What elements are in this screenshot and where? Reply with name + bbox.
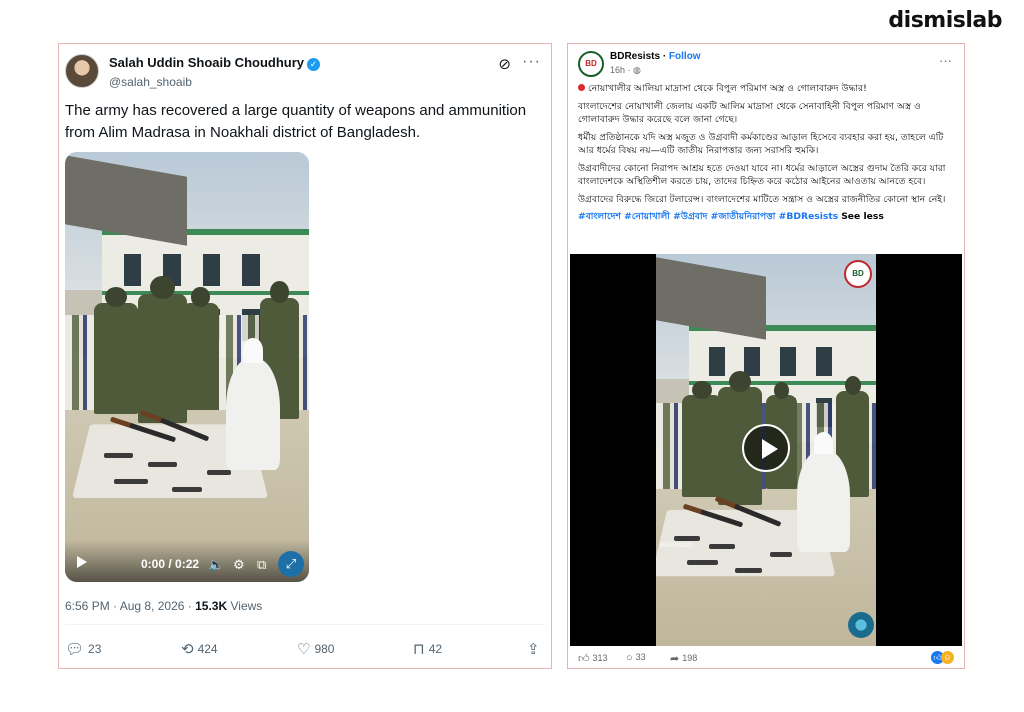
post-paragraph: উগ্রবাদীদের কোনো নিরাপদ আশ্রয় হতে দেওয়…	[578, 162, 946, 188]
haha-reaction-icon: ☺	[941, 651, 954, 664]
page-avatar[interactable]: BD	[578, 51, 604, 77]
video-controls: 0:00 / 0:22 🔈 ⚙ ⧉ ⤢	[65, 540, 309, 582]
post-paragraph: নোয়াখালীর আলিয়া মাদ্রাসা থেকে বিপুল পর…	[578, 82, 956, 96]
reply-button[interactable]: 💬︎ 23	[65, 640, 101, 658]
divider	[65, 624, 545, 625]
messenger-bubble-icon[interactable]	[848, 612, 874, 638]
post-paragraph: ধর্মীয় প্রতিষ্ঠানকে যদি অস্ত্র মজুত ও উ…	[578, 131, 944, 157]
bookmark-icon: ⊓	[413, 641, 425, 658]
play-icon[interactable]	[77, 556, 87, 568]
red-pin-icon	[578, 84, 585, 91]
views-label: Views	[230, 599, 263, 613]
like-count: 313	[592, 653, 608, 663]
repost-icon: ⟲	[181, 641, 194, 658]
share-icon: ⇪	[527, 641, 540, 658]
page-name[interactable]: BDResists	[610, 51, 660, 62]
tweet-header: Salah Uddin Shoaib Choudhury ✓ @salah_sho…	[65, 53, 541, 93]
volume-icon[interactable]: 🔈	[208, 557, 224, 573]
tweet-card: Salah Uddin Shoaib Choudhury ✓ @salah_sho…	[58, 43, 552, 669]
tweet-actions: 💬︎ 23 ⟲ 424 ♡ 980 ⊓ 42 ⇪	[65, 640, 545, 662]
comment-button[interactable]: ○ 33	[626, 652, 646, 664]
hashtag-line: #বাংলাদেশ #নোয়াখালী #উগ্রবাদ #জাতীয়নির…	[578, 210, 956, 224]
author-name-text: Salah Uddin Shoaib Choudhury	[109, 55, 304, 70]
post-text: নোয়াখালীর আলিয়া মাদ্রাসা থেকে বিপুল পর…	[578, 82, 956, 228]
bdresists-logo: BD	[844, 260, 872, 288]
video-frame	[65, 152, 309, 582]
share-icon: ➦	[670, 653, 680, 665]
share-count: 198	[682, 653, 698, 663]
verified-badge-icon: ✓	[307, 58, 320, 71]
post-time[interactable]: 16h · ◍	[610, 65, 641, 76]
bookmark-button[interactable]: ⊓ 42	[413, 640, 442, 658]
author-name[interactable]: Salah Uddin Shoaib Choudhury ✓	[109, 55, 320, 71]
post-paragraph: বাংলাদেশের নোয়াখালী জেলায় একটি আলিম মা…	[578, 100, 921, 126]
comment-count: 33	[635, 652, 646, 662]
comment-icon: ○	[626, 652, 633, 664]
dismislab-logo: dismislab	[888, 8, 1002, 33]
fullscreen-icon[interactable]: ⤢	[278, 551, 304, 577]
post-header: BDResists · Follow	[610, 51, 701, 62]
repost-count: 424	[197, 642, 218, 656]
see-less-link[interactable]: See less	[841, 211, 884, 222]
author-handle[interactable]: @salah_shoaib	[109, 75, 192, 89]
like-button[interactable]: 👍︎ 313	[578, 652, 608, 665]
reply-icon: 💬︎	[65, 641, 85, 658]
share-button[interactable]: ➦ 198	[670, 652, 697, 665]
tweet-meta: 6:56 PM · Aug 8, 2026 · 15.3K Views	[65, 599, 263, 613]
pip-icon[interactable]: ⧉	[257, 557, 266, 573]
grok-icon[interactable]: ⊘	[498, 55, 511, 73]
bookmark-count: 42	[428, 642, 443, 656]
like-icon: ♡	[297, 641, 311, 658]
like-count: 980	[314, 642, 335, 656]
follow-button[interactable]: Follow	[669, 51, 701, 62]
hashtags[interactable]: #বাংলাদেশ #নোয়াখালী #উগ্রবাদ #জাতীয়নির…	[578, 211, 838, 222]
post-paragraph: উগ্রবাদের বিরুদ্ধে জিরো টলারেন্স। বাংলাদ…	[578, 193, 946, 205]
tweet-text: The army has recovered a large quantity …	[65, 102, 527, 141]
like-button[interactable]: ♡ 980	[297, 640, 334, 658]
post-actions: 👍︎ 313 ○ 33 ➦ 198 👍︎ ☺	[578, 651, 954, 666]
more-options-icon[interactable]: ···	[522, 53, 541, 71]
reply-count: 23	[88, 642, 102, 656]
video-watermark: BDResists	[660, 542, 693, 549]
like-icon: 👍︎	[578, 653, 590, 665]
tweet-video[interactable]: 0:00 / 0:22 🔈 ⚙ ⧉ ⤢	[65, 152, 309, 582]
post-video[interactable]: BD BDResists	[570, 254, 962, 646]
more-options-icon[interactable]: ···	[939, 53, 952, 68]
share-button[interactable]: ⇪	[527, 640, 544, 658]
settings-icon[interactable]: ⚙	[233, 557, 245, 573]
video-time: 0:00 / 0:22	[141, 557, 200, 571]
posted-time[interactable]: 6:56 PM · Aug 8, 2026	[65, 599, 184, 613]
repost-button[interactable]: ⟲ 424	[181, 640, 218, 658]
views-count: 15.3K	[195, 599, 228, 613]
avatar[interactable]	[65, 54, 99, 88]
play-button-icon[interactable]	[742, 424, 790, 472]
facebook-post-card: BD BDResists · Follow 16h · ◍ ··· নোয়াখ…	[567, 43, 965, 669]
reaction-summary[interactable]: 👍︎ ☺	[931, 651, 954, 664]
